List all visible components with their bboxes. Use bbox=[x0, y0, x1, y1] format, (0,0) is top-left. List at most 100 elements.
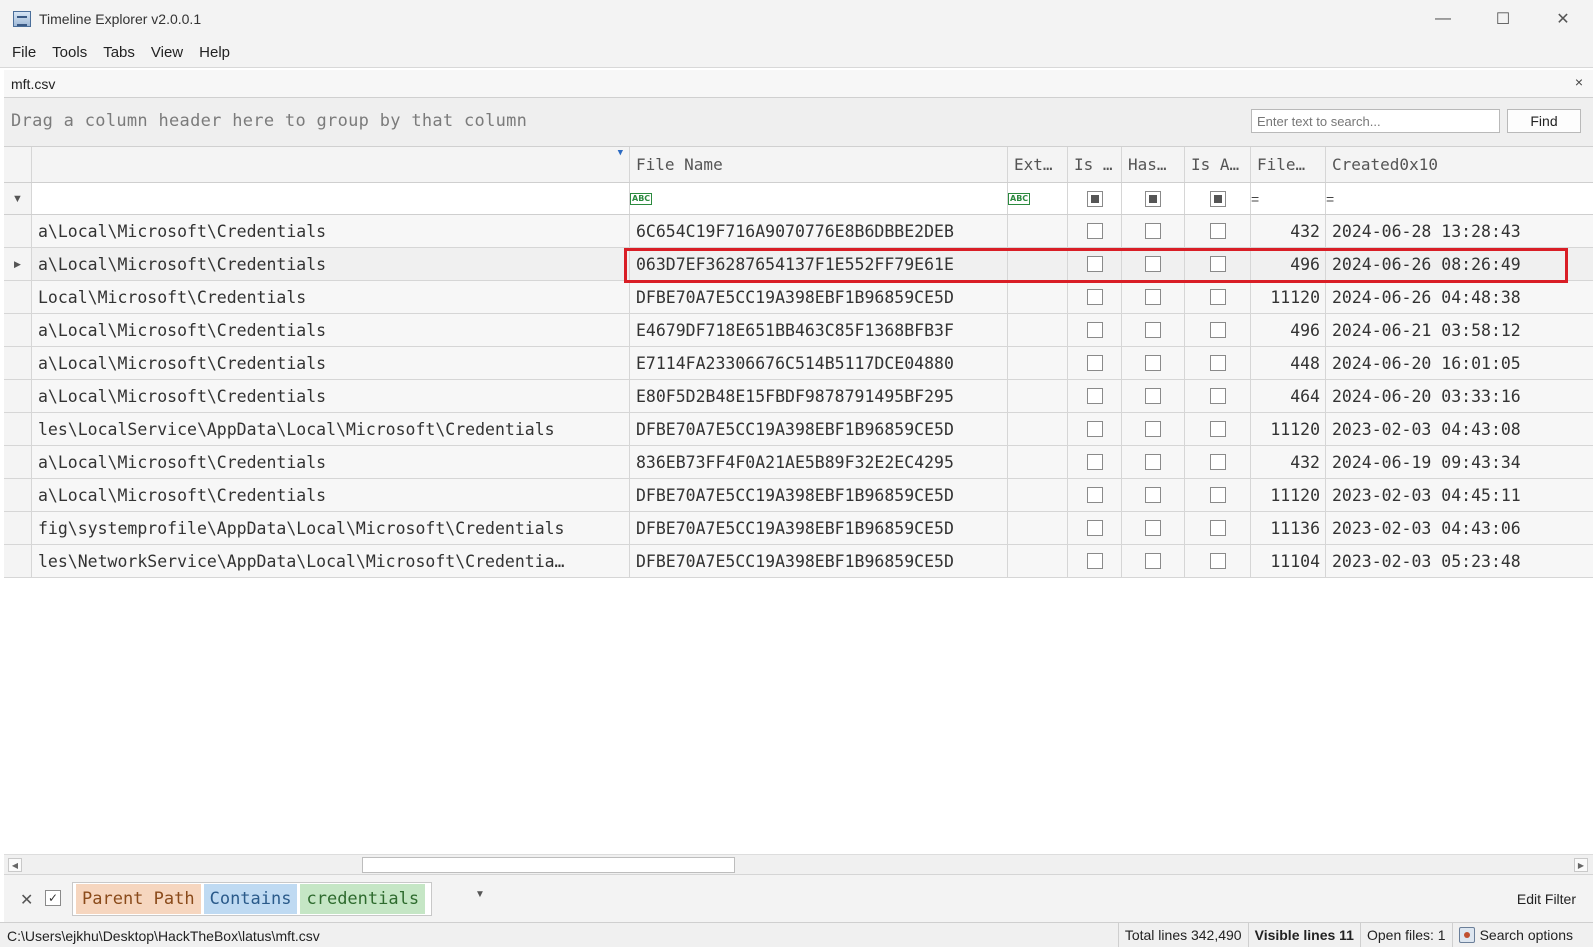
has-ads-checkbox[interactable] bbox=[1145, 355, 1161, 371]
is-ads-cell[interactable] bbox=[1185, 446, 1251, 478]
created-cell[interactable]: 2024-06-21 03:58:12 bbox=[1326, 314, 1593, 346]
indeterminate-checkbox[interactable] bbox=[1145, 190, 1161, 207]
has-ads-cell[interactable] bbox=[1122, 248, 1185, 280]
extension-cell[interactable] bbox=[1008, 413, 1068, 445]
filter-cell-extension[interactable]: ABC bbox=[1008, 183, 1068, 214]
filter-cell-is-ads[interactable] bbox=[1185, 183, 1251, 214]
menu-tabs[interactable]: Tabs bbox=[95, 44, 143, 61]
created-cell[interactable]: 2023-02-03 04:43:08 bbox=[1326, 413, 1593, 445]
created-cell[interactable]: 2024-06-20 16:01:05 bbox=[1326, 347, 1593, 379]
filter-cell-file-name[interactable]: ABC bbox=[630, 183, 1008, 214]
is-ads-cell[interactable] bbox=[1185, 281, 1251, 313]
row-indicator[interactable] bbox=[4, 347, 32, 379]
row-indicator[interactable] bbox=[4, 545, 32, 577]
has-ads-checkbox[interactable] bbox=[1145, 553, 1161, 569]
is-ads-checkbox[interactable] bbox=[1209, 520, 1226, 536]
row-indicator[interactable] bbox=[4, 314, 32, 346]
file-size-cell[interactable]: 11120 bbox=[1251, 281, 1326, 313]
horizontal-scrollbar[interactable]: ◀ ▶ bbox=[4, 854, 1593, 874]
is-directory-checkbox[interactable] bbox=[1086, 355, 1103, 371]
has-ads-cell[interactable] bbox=[1122, 314, 1185, 346]
row-indicator[interactable] bbox=[4, 281, 32, 313]
has-ads-cell[interactable] bbox=[1122, 545, 1185, 577]
file-name-cell[interactable]: DFBE70A7E5CC19A398EBF1B96859CE5D bbox=[630, 512, 1008, 544]
column-header-is-ads[interactable]: Is A… bbox=[1185, 147, 1251, 182]
parent-path-cell[interactable]: a\Local\Microsoft\Credentials bbox=[32, 215, 630, 247]
created-cell[interactable]: 2023-02-03 05:23:48 bbox=[1326, 545, 1593, 577]
tab-mft-csv[interactable]: mft.csv bbox=[11, 76, 55, 92]
close-window-button[interactable]: ✕ bbox=[1533, 0, 1593, 38]
created-cell[interactable]: 2024-06-20 03:33:16 bbox=[1326, 380, 1593, 412]
has-ads-cell[interactable] bbox=[1122, 512, 1185, 544]
is-directory-checkbox[interactable] bbox=[1086, 322, 1103, 338]
row-indicator[interactable] bbox=[4, 479, 32, 511]
row-indicator[interactable] bbox=[4, 446, 32, 478]
table-row[interactable]: a\Local\Microsoft\Credentials E4679DF718E… bbox=[4, 314, 1593, 347]
file-name-cell[interactable]: DFBE70A7E5CC19A398EBF1B96859CE5D bbox=[630, 479, 1008, 511]
file-size-cell[interactable]: 11136 bbox=[1251, 512, 1326, 544]
is-ads-checkbox[interactable] bbox=[1209, 454, 1226, 470]
extension-cell[interactable] bbox=[1008, 215, 1068, 247]
is-directory-cell[interactable] bbox=[1068, 314, 1122, 346]
indeterminate-checkbox[interactable] bbox=[1209, 190, 1226, 207]
created-cell[interactable]: 2024-06-28 13:28:43 bbox=[1326, 215, 1593, 247]
is-ads-cell[interactable] bbox=[1185, 314, 1251, 346]
indeterminate-checkbox[interactable] bbox=[1086, 190, 1103, 207]
is-ads-checkbox[interactable] bbox=[1209, 289, 1226, 305]
parent-path-cell[interactable]: Local\Microsoft\Credentials bbox=[32, 281, 630, 313]
is-ads-checkbox[interactable] bbox=[1209, 223, 1226, 239]
is-directory-cell[interactable] bbox=[1068, 281, 1122, 313]
table-row[interactable]: a\Local\Microsoft\Credentials 836EB73FF4F… bbox=[4, 446, 1593, 479]
maximize-button[interactable]: ☐ bbox=[1473, 0, 1533, 38]
is-directory-cell[interactable] bbox=[1068, 479, 1122, 511]
table-row[interactable]: a\Local\Microsoft\Credentials E80F5D2B48E… bbox=[4, 380, 1593, 413]
has-ads-checkbox[interactable] bbox=[1145, 520, 1161, 536]
clear-filter-icon[interactable]: ✕ bbox=[20, 890, 33, 910]
column-header-parent-path[interactable]: ▼ bbox=[32, 147, 630, 182]
is-ads-cell[interactable] bbox=[1185, 347, 1251, 379]
is-directory-checkbox[interactable] bbox=[1086, 223, 1103, 239]
is-directory-checkbox[interactable] bbox=[1086, 520, 1103, 536]
table-row[interactable]: Local\Microsoft\Credentials DFBE70A7E5CC1… bbox=[4, 281, 1593, 314]
group-by-panel[interactable]: Drag a column header here to group by th… bbox=[4, 98, 1593, 147]
file-name-cell[interactable]: 063D7EF36287654137F1E552FF79E61E bbox=[630, 248, 1008, 280]
edit-filter-link[interactable]: Edit Filter bbox=[1517, 891, 1576, 907]
menu-tools[interactable]: Tools bbox=[44, 44, 95, 61]
row-indicator[interactable]: ▶ bbox=[4, 248, 32, 280]
is-ads-checkbox[interactable] bbox=[1209, 388, 1226, 404]
file-name-cell[interactable]: E4679DF718E651BB463C85F1368BFB3F bbox=[630, 314, 1008, 346]
table-row[interactable]: les\NetworkService\AppData\Local\Microso… bbox=[4, 545, 1593, 578]
file-size-cell[interactable]: 432 bbox=[1251, 446, 1326, 478]
is-directory-checkbox[interactable] bbox=[1086, 421, 1103, 437]
extension-cell[interactable] bbox=[1008, 281, 1068, 313]
is-ads-cell[interactable] bbox=[1185, 479, 1251, 511]
has-ads-cell[interactable] bbox=[1122, 380, 1185, 412]
file-size-cell[interactable]: 11104 bbox=[1251, 545, 1326, 577]
menu-file[interactable]: File bbox=[4, 44, 44, 61]
file-size-cell[interactable]: 496 bbox=[1251, 248, 1326, 280]
has-ads-cell[interactable] bbox=[1122, 479, 1185, 511]
file-size-cell[interactable]: 11120 bbox=[1251, 479, 1326, 511]
file-name-cell[interactable]: E7114FA23306676C514B5117DCE04880 bbox=[630, 347, 1008, 379]
is-directory-cell[interactable] bbox=[1068, 446, 1122, 478]
filter-cell-created[interactable]: = bbox=[1326, 183, 1593, 214]
row-indicator[interactable] bbox=[4, 413, 32, 445]
file-name-cell[interactable]: DFBE70A7E5CC19A398EBF1B96859CE5D bbox=[630, 281, 1008, 313]
extension-cell[interactable] bbox=[1008, 248, 1068, 280]
is-ads-checkbox[interactable] bbox=[1209, 421, 1226, 437]
scroll-left-icon[interactable]: ◀ bbox=[8, 858, 22, 872]
column-header-file-name[interactable]: File Name bbox=[630, 147, 1008, 182]
has-ads-checkbox[interactable] bbox=[1145, 454, 1161, 470]
table-row[interactable]: fig\systemprofile\AppData\Local\Microsof… bbox=[4, 512, 1593, 545]
is-ads-cell[interactable] bbox=[1185, 545, 1251, 577]
is-directory-cell[interactable] bbox=[1068, 512, 1122, 544]
parent-path-cell[interactable]: a\Local\Microsoft\Credentials bbox=[32, 347, 630, 379]
is-ads-cell[interactable] bbox=[1185, 248, 1251, 280]
is-ads-checkbox[interactable] bbox=[1209, 487, 1226, 503]
extension-cell[interactable] bbox=[1008, 545, 1068, 577]
file-size-cell[interactable]: 448 bbox=[1251, 347, 1326, 379]
file-name-cell[interactable]: DFBE70A7E5CC19A398EBF1B96859CE5D bbox=[630, 545, 1008, 577]
is-ads-cell[interactable] bbox=[1185, 512, 1251, 544]
created-cell[interactable]: 2024-06-19 09:43:34 bbox=[1326, 446, 1593, 478]
is-ads-cell[interactable] bbox=[1185, 215, 1251, 247]
